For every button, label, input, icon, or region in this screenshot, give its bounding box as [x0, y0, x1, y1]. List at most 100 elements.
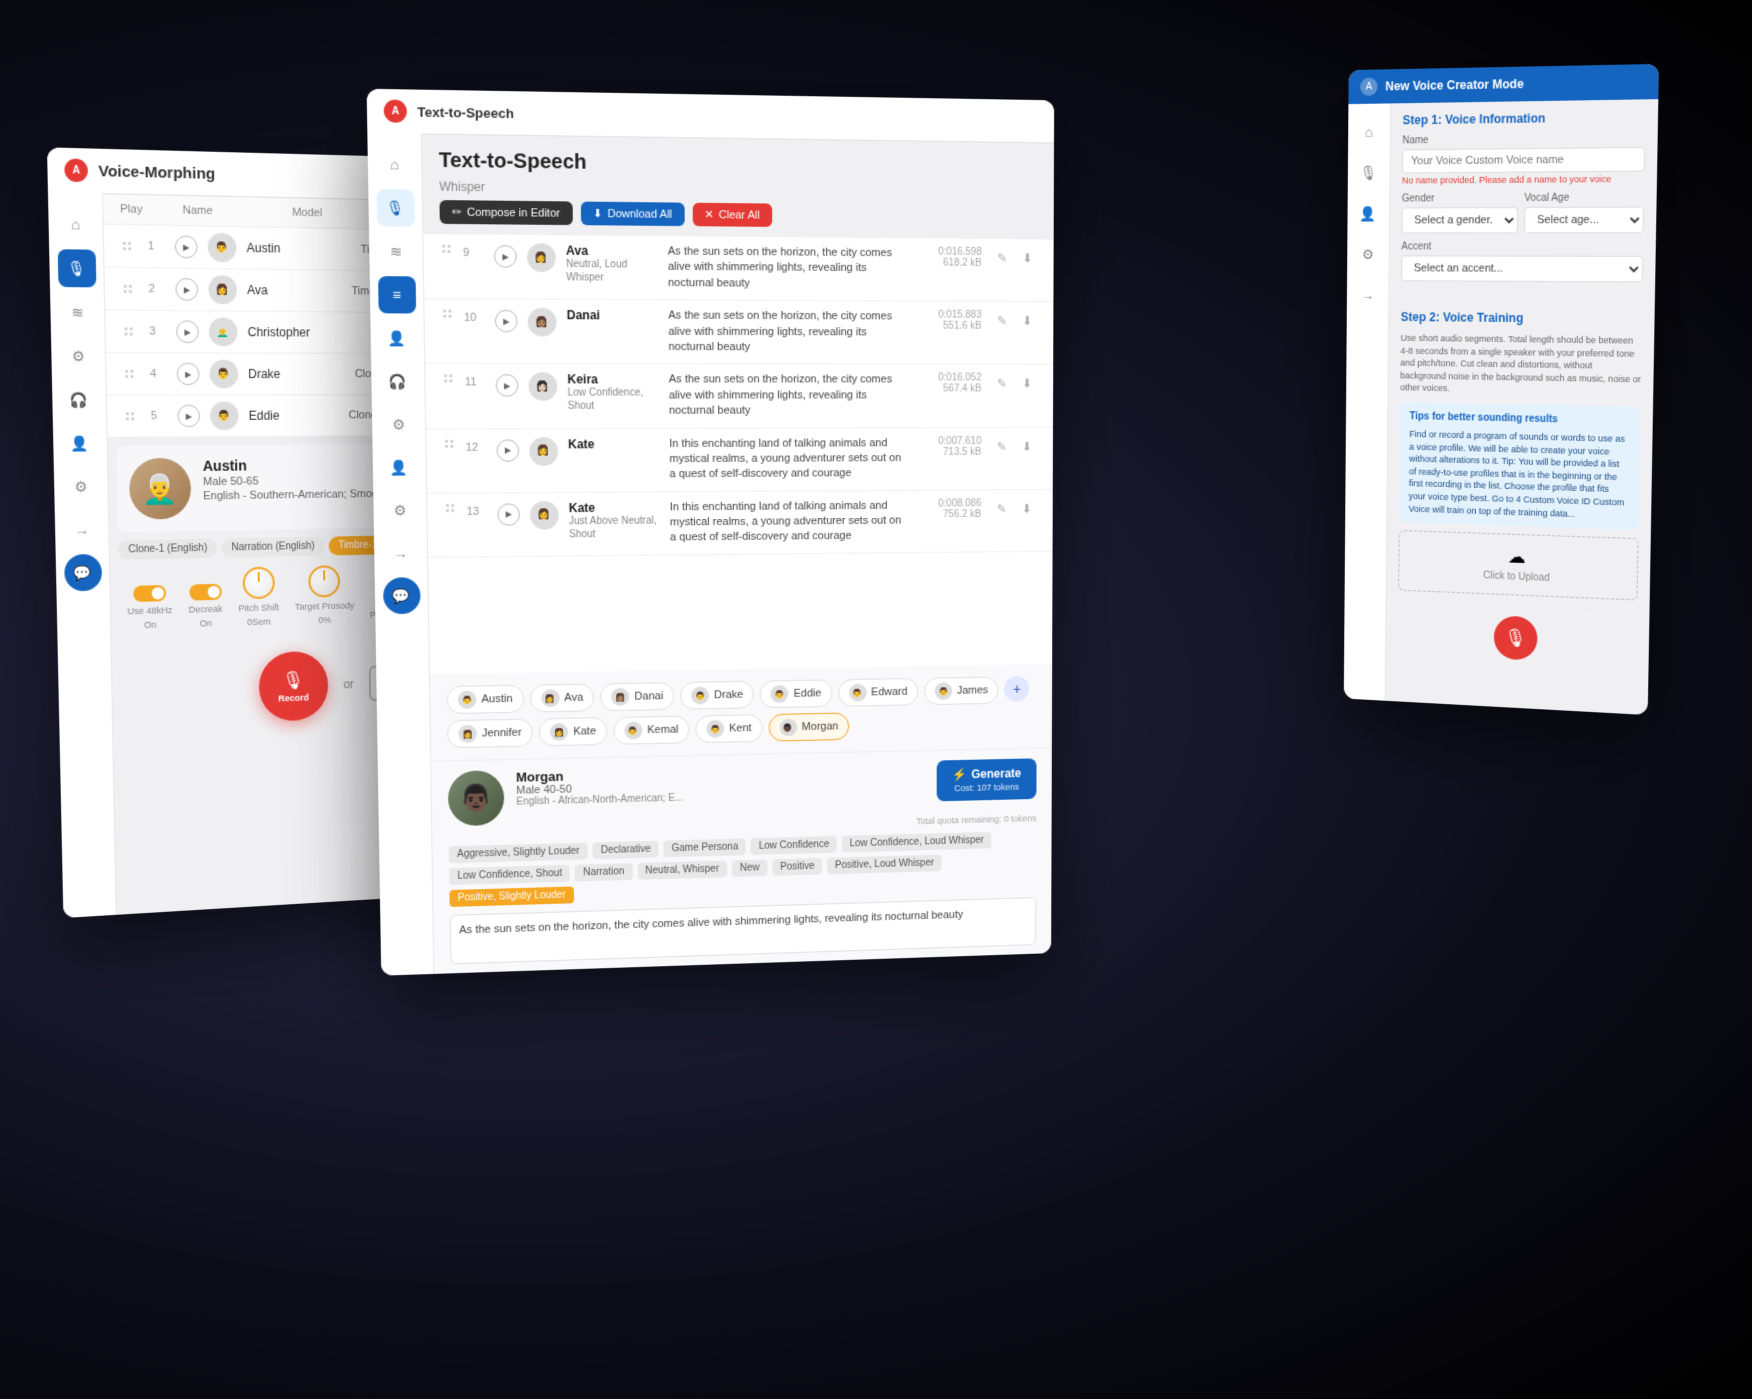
play-11[interactable]: ▶ — [496, 375, 519, 397]
download-icon-12[interactable]: ⬇ — [1016, 435, 1037, 457]
style-low-conf-loud[interactable]: Low Confidence, Loud Whisper — [842, 832, 992, 853]
avatar-13: 👩 — [530, 501, 559, 530]
sidebar-home-icon[interactable]: ⌂ — [56, 205, 95, 244]
record-label: Record — [278, 692, 309, 703]
sidebar-waves-icon[interactable]: ≋ — [58, 293, 97, 331]
actions-10: ✎ ⬇ — [991, 310, 1038, 332]
audio-record-area: 🎙 — [1386, 601, 1650, 676]
style-neutral[interactable]: Neutral, Whisper — [637, 860, 727, 879]
knob-prosody[interactable] — [309, 565, 341, 597]
play-9[interactable]: ▶ — [494, 245, 517, 268]
pill-kate[interactable]: 👩Kate — [539, 717, 608, 746]
step1-title: Step 1: Voice Information — [1403, 110, 1646, 128]
top-bar-right: A New Voice Creator Mode — [1348, 64, 1659, 104]
sidebar-arrow-right[interactable]: → — [1350, 277, 1385, 313]
edit-icon-13[interactable]: ✎ — [991, 498, 1012, 520]
pill-eddie[interactable]: 👨Eddie — [760, 679, 832, 708]
download-icon-13[interactable]: ⬇ — [1016, 498, 1037, 520]
toggle-48khz[interactable] — [133, 585, 166, 602]
play-btn-3[interactable]: ▶ — [176, 320, 199, 343]
sidebar-chat-icon-mid[interactable]: 💬 — [382, 577, 420, 614]
age-select[interactable]: Select age... — [1524, 207, 1644, 234]
pill-kemal[interactable]: 👨Kemal — [613, 716, 689, 745]
download-icon-10[interactable]: ⬇ — [1017, 310, 1038, 332]
accent-select[interactable]: Select an accent... — [1401, 255, 1643, 282]
model-tab-clone[interactable]: Clone-1 (English) — [118, 539, 218, 560]
sidebar-person-icon-mid[interactable]: 👤 — [378, 320, 416, 357]
sidebar-waves-icon-mid[interactable]: ≋ — [377, 233, 415, 271]
pill-morgan[interactable]: 👨🏿Morgan — [768, 712, 849, 741]
voice-info-12: Kate — [568, 436, 659, 450]
edit-icon-10[interactable]: ✎ — [991, 310, 1012, 332]
style-game[interactable]: Game Persona — [664, 838, 747, 857]
sidebar-home-icon-mid[interactable]: ⌂ — [375, 145, 413, 183]
edit-icon-11[interactable]: ✎ — [991, 373, 1012, 395]
sidebar-settings-right[interactable]: ⚙ — [1350, 236, 1385, 272]
pill-edward[interactable]: 👨Edward — [838, 678, 918, 707]
sidebar-arrow-icon-mid[interactable]: → — [382, 535, 420, 572]
play-btn-5[interactable]: ▶ — [177, 405, 200, 428]
sidebar-headphone-icon[interactable]: 🎧 — [60, 381, 99, 418]
pill-ava[interactable]: 👩Ava — [530, 683, 595, 712]
pill-james[interactable]: 👨James — [924, 676, 999, 705]
style-pos-slightly[interactable]: Positive, Slightly Louder — [449, 886, 573, 906]
clear-btn[interactable]: ✕ Clear All — [692, 203, 772, 227]
download-icon-11[interactable]: ⬇ — [1016, 373, 1037, 395]
style-declarative[interactable]: Declarative — [593, 841, 659, 860]
upload-area[interactable]: ☁ Click to Upload — [1398, 530, 1638, 601]
voice-avatar-5: 👨 — [210, 402, 239, 431]
sidebar-headphone-icon-mid[interactable]: 🎧 — [379, 363, 417, 400]
pill-austin[interactable]: 👨Austin — [446, 685, 523, 714]
play-btn-2[interactable]: ▶ — [175, 278, 198, 301]
play-btn-4[interactable]: ▶ — [177, 363, 200, 386]
play-10[interactable]: ▶ — [495, 310, 518, 333]
sidebar-user-icon[interactable]: 👤 — [61, 425, 99, 462]
sidebar-chat-icon[interactable]: 💬 — [64, 554, 102, 592]
gender-select[interactable]: Select a gender... Male Female — [1402, 207, 1519, 233]
sidebar-tts-icon-mid[interactable]: 🎙 — [376, 189, 414, 227]
generate-btn[interactable]: ⚡ Generate Cost: 107 tokens — [937, 758, 1037, 801]
style-new[interactable]: New — [732, 859, 768, 877]
style-tags: Aggressive, Slightly Louder Declarative … — [449, 831, 1037, 907]
tts-text-input[interactable]: As the sun sets on the horizon, the city… — [450, 897, 1036, 964]
play-13[interactable]: ▶ — [497, 503, 520, 525]
download-btn[interactable]: ⬇ Download All — [581, 202, 685, 227]
col-name: Name — [182, 204, 272, 218]
style-low-conf-shout[interactable]: Low Confidence, Shout — [449, 865, 570, 885]
play-btn-1[interactable]: ▶ — [175, 235, 198, 258]
sidebar-arrow-icon[interactable]: → — [63, 511, 101, 549]
sidebar-home-right[interactable]: ⌂ — [1351, 114, 1386, 150]
name-input[interactable] — [1402, 147, 1645, 174]
record-button[interactable]: 🎙 Record — [258, 651, 328, 722]
sidebar-mix-icon[interactable]: ⚙ — [59, 337, 98, 375]
style-positive[interactable]: Positive — [772, 858, 822, 876]
sidebar-settings-icon[interactable]: ⚙ — [62, 468, 100, 505]
pill-kent[interactable]: 👨Kent — [695, 714, 762, 743]
edit-icon-12[interactable]: ✎ — [991, 435, 1012, 457]
audio-record-btn[interactable]: 🎙 — [1494, 615, 1538, 660]
model-tab-narration[interactable]: Narration (English) — [221, 537, 324, 558]
style-pos-loud[interactable]: Positive, Loud Whisper — [827, 855, 942, 875]
sidebar-user-icon-mid[interactable]: 👤 — [380, 449, 418, 486]
play-12[interactable]: ▶ — [496, 439, 519, 461]
pill-drake[interactable]: 👨Drake — [680, 681, 754, 710]
add-voice-btn[interactable]: + — [1004, 676, 1029, 702]
sidebar-mix-icon-mid[interactable]: ⚙ — [380, 406, 418, 443]
pill-danai[interactable]: 👩🏽Danai — [600, 682, 674, 711]
edit-icon-9[interactable]: ✎ — [991, 247, 1012, 269]
sidebar-text-icon-mid[interactable]: ≡ — [378, 276, 416, 313]
tips-text: Find or record a program of sounds or wo… — [1409, 428, 1631, 522]
pill-jennifer[interactable]: 👩Jennifer — [447, 719, 533, 749]
sidebar-voice-right[interactable]: 🎙 — [1351, 155, 1386, 191]
style-narration[interactable]: Narration — [575, 863, 632, 881]
download-icon-9[interactable]: ⬇ — [1017, 247, 1038, 269]
sidebar-voice-icon[interactable]: 🎙 — [57, 249, 96, 287]
compose-btn[interactable]: ✏ Compose in Editor — [439, 200, 572, 225]
sidebar-user-right[interactable]: 👤 — [1351, 196, 1386, 232]
toggle-decreak[interactable] — [189, 584, 222, 601]
style-aggressive[interactable]: Aggressive, Slightly Louder — [449, 843, 588, 864]
sidebar-settings-icon-mid[interactable]: ⚙ — [381, 492, 419, 529]
avatar-10: 👩🏽 — [528, 308, 557, 337]
style-low-conf[interactable]: Low Confidence — [751, 836, 837, 855]
knob-pitch[interactable] — [242, 567, 274, 600]
